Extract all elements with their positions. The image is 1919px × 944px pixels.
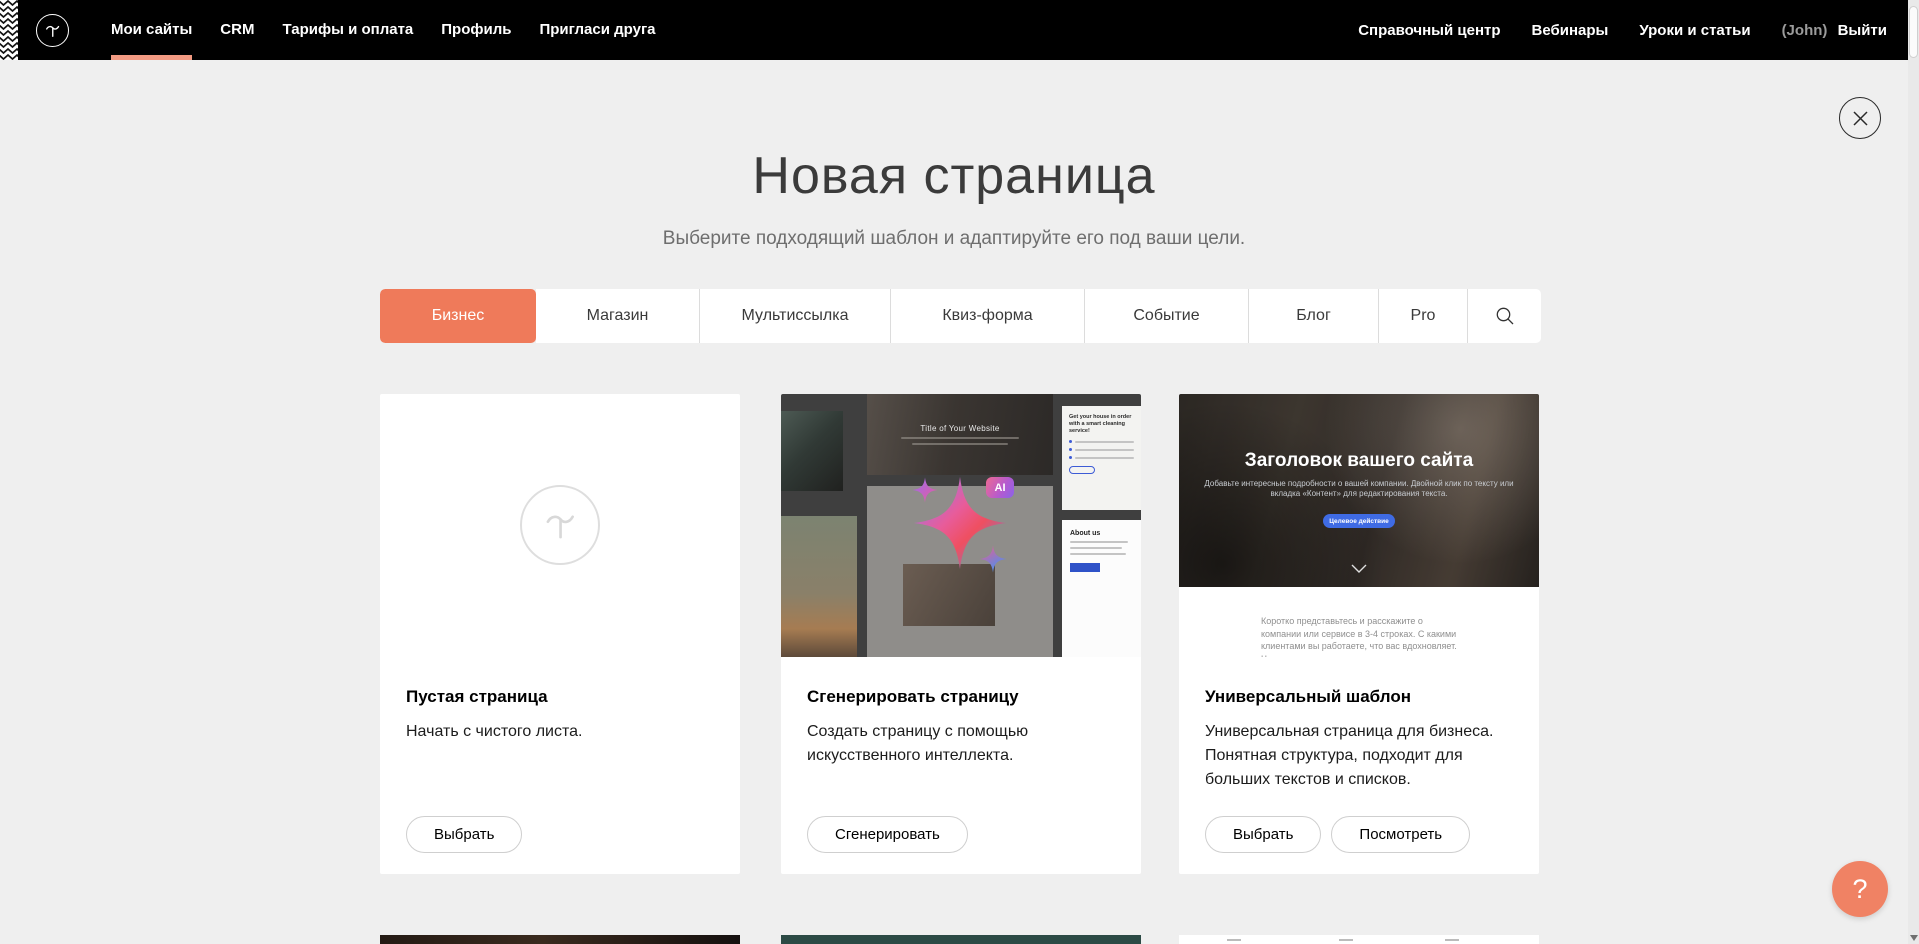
next-row-card-preview [781,935,1141,944]
ai-sparkle-small-icon [912,477,938,503]
logout-link[interactable]: Выйти [1838,22,1887,39]
template-body-section: Коротко представьтесь и расскажите о ком… [1179,587,1539,657]
page-subtitle: Выберите подходящий шаблон и адаптируйте… [0,228,1908,250]
nav-item-profile[interactable]: Профиль [441,0,511,60]
nav-item-pricing[interactable]: Тарифы и оплата [282,0,413,60]
close-button[interactable] [1839,97,1881,139]
collage-photo-tile [781,516,857,657]
top-navbar: Мои сайты CRM Тарифы и оплата Профиль Пр… [0,0,1919,60]
card-description: Универсальная страница для бизнеса. Поня… [1205,720,1513,792]
tab-pro[interactable]: Pro [1379,289,1468,343]
help-question-icon: ? [1852,874,1867,905]
template-card-universal[interactable]: Заголовок вашего сайта Добавьте интересн… [1179,394,1539,874]
mini-button-placeholder [1070,563,1100,572]
hero-subtitle: Добавьте интересные подробности о вашей … [1203,479,1515,499]
template-hero: Заголовок вашего сайта Добавьте интересн… [1179,394,1539,587]
card-description: Создать страницу с помощью искусственног… [807,720,1077,768]
tab-business[interactable]: Бизнес [380,289,536,343]
blank-card-preview [380,394,740,657]
text-placeholder-bar [1070,541,1128,543]
nav-item-invite-friend[interactable]: Пригласи друга [539,0,655,60]
card-title: Универсальный шаблон [1205,687,1513,707]
text-placeholder-bar [901,437,1019,439]
tab-quiz-form[interactable]: Квиз-форма [891,289,1085,343]
ai-card-preview: Title of Your Website Get your house in … [781,394,1141,657]
zigzag-decoration [0,0,18,60]
select-button[interactable]: Выбрать [1205,816,1321,853]
text-placeholder-bar [1227,939,1241,941]
search-icon [1495,306,1515,326]
hero-title: Заголовок вашего сайта [1179,450,1539,472]
active-tab-underline [111,55,192,60]
template-body-text: Коротко представьтесь и расскажите о ком… [1261,615,1457,657]
preview-button[interactable]: Посмотреть [1331,816,1470,853]
card-buttons: Выбрать Посмотреть [1205,816,1470,853]
card-body: Пустая страница Начать с чистого листа. … [380,657,740,874]
text-placeholder-bar [912,443,1008,445]
next-row-card-preview [1179,935,1539,944]
collage-photo-tile [781,411,843,491]
template-category-tabs: Бизнес Магазин Мультиссылка Квиз-форма С… [380,289,1541,343]
hero-cta-button: Целевое действие [1323,514,1395,528]
tab-search[interactable] [1468,289,1541,343]
about-title: About us [1070,530,1133,537]
card-description: Начать с чистого листа. [406,720,706,744]
tilda-logo-icon [42,20,63,41]
nav-item-help-center[interactable]: Справочный центр [1358,22,1500,39]
nav-item-label: Мои сайты [111,21,192,38]
ai-sparkle-small-icon [979,545,1007,573]
help-button[interactable]: ? [1832,861,1888,917]
collage-card-title: Get your house in order with a smart cle… [1069,414,1134,435]
template-card-blank[interactable]: Пустая страница Начать с чистого листа. … [380,394,740,874]
scrollbar[interactable] [1908,0,1919,944]
page-title: Новая страница [0,146,1908,206]
tab-blog[interactable]: Блог [1249,289,1379,343]
card-title: Пустая страница [406,687,714,707]
collage-text-card: Get your house in order with a smart cle… [1062,406,1141,510]
tilda-watermark-icon [520,485,600,565]
bullet-row [1069,440,1134,443]
nav-item-my-sites[interactable]: Мои сайты [111,0,192,60]
tab-shop[interactable]: Магазин [536,289,700,343]
bullet-row [1069,456,1134,459]
text-placeholder-bar [1070,547,1122,549]
next-row-card-preview [380,935,740,944]
close-icon [1852,110,1869,127]
nav-item-webinars[interactable]: Вебинары [1532,22,1609,39]
new-page-dialog: Мои сайты CRM Тарифы и оплата Профиль Пр… [0,0,1919,944]
tab-event[interactable]: Событие [1085,289,1249,343]
nav-item-lessons[interactable]: Уроки и статьи [1639,22,1750,39]
ai-badge: AI [986,477,1014,498]
main-menu: Мои сайты CRM Тарифы и оплата Профиль Пр… [111,0,656,60]
card-body: Универсальный шаблон Универсальная стран… [1179,657,1539,874]
card-buttons: Сгенерировать [807,816,968,853]
card-title: Сгенерировать страницу [807,687,1115,707]
user-logout[interactable]: (John) Выйти [1782,22,1887,39]
mini-button-placeholder [1069,466,1095,474]
generate-button[interactable]: Сгенерировать [807,816,968,853]
card-body: Сгенерировать страницу Создать страницу … [781,657,1141,874]
template-card-ai-generate[interactable]: Title of Your Website Get your house in … [781,394,1141,874]
universal-card-preview: Заголовок вашего сайта Добавьте интересн… [1179,394,1539,657]
nav-item-crm[interactable]: CRM [220,0,254,60]
website-collage: Title of Your Website Get your house in … [781,394,1141,657]
secondary-menu: Справочный центр Вебинары Уроки и статьи… [1358,22,1919,39]
collage-photo [903,564,995,626]
scrollbar-down-arrow[interactable] [1910,935,1918,941]
card-buttons: Выбрать [406,816,522,853]
text-placeholder-bar [1445,939,1459,941]
user-name: (John) [1782,22,1828,39]
tilda-logo[interactable] [36,14,69,47]
scrollbar-thumb[interactable] [1909,6,1918,58]
collage-hero-title: Title of Your Website [867,424,1053,433]
select-button[interactable]: Выбрать [406,816,522,853]
tab-multilink[interactable]: Мультиссылка [700,289,891,343]
collage-about-card: About us [1062,520,1141,657]
chevron-down-icon [1351,564,1367,573]
bullet-row [1069,448,1134,451]
collage-hero-tile: Title of Your Website [867,394,1053,475]
text-placeholder-bar [1339,939,1353,941]
text-placeholder-bar [1070,553,1126,555]
